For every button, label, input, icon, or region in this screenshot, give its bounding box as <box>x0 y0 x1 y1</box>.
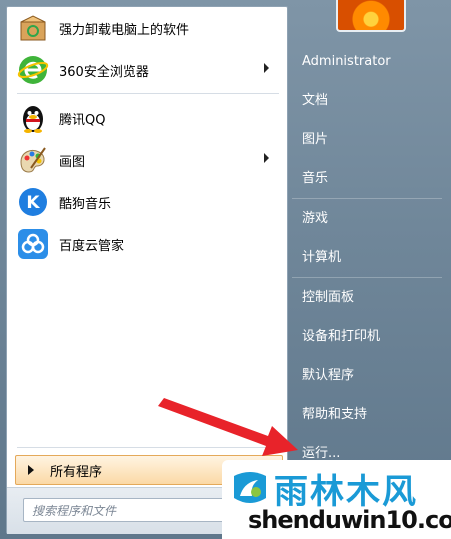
submenu-arrow-icon <box>264 153 269 163</box>
divider <box>292 277 442 278</box>
baidu-cloud-icon <box>17 228 49 260</box>
expand-arrow-icon <box>28 465 34 475</box>
all-programs-label: 所有程序 <box>50 464 103 480</box>
program-label: 腾讯QQ <box>59 112 106 128</box>
kugou-icon: K <box>17 186 49 218</box>
divider <box>17 93 279 94</box>
program-item-qq[interactable]: 腾讯QQ <box>11 99 281 137</box>
program-item-baidu-cloud[interactable]: 百度云管家 <box>11 225 281 263</box>
program-item-paint[interactable]: 画图 <box>11 141 281 179</box>
right-item-documents[interactable]: 文档 <box>302 91 442 111</box>
program-label: 画图 <box>59 154 86 170</box>
start-menu: 强力卸载电脑上的软件 360安全浏览器 腾讯QQ 画图 K 酷狗音乐 百度云管家… <box>0 0 451 539</box>
right-item-devices-printers[interactable]: 设备和打印机 <box>302 327 442 347</box>
right-item-computer[interactable]: 计算机 <box>302 248 442 268</box>
uninstall-box-icon <box>17 12 49 44</box>
program-label: 360安全浏览器 <box>59 64 149 80</box>
program-label: 酷狗音乐 <box>59 196 112 212</box>
watermark-logo-icon <box>234 472 266 503</box>
right-item-help-support[interactable]: 帮助和支持 <box>302 405 442 425</box>
program-item-kugou[interactable]: K 酷狗音乐 <box>11 183 281 221</box>
right-item-games[interactable]: 游戏 <box>302 209 442 229</box>
qq-penguin-icon <box>17 102 49 134</box>
divider <box>292 198 442 199</box>
svg-text:K: K <box>26 193 40 213</box>
right-item-music[interactable]: 音乐 <box>302 169 442 189</box>
submenu-arrow-icon <box>264 63 269 73</box>
user-avatar[interactable] <box>336 0 406 32</box>
right-item-control-panel[interactable]: 控制面板 <box>302 288 442 308</box>
program-list-panel: 强力卸载电脑上的软件 360安全浏览器 腾讯QQ 画图 K 酷狗音乐 百度云管家… <box>6 6 288 534</box>
right-item-username[interactable]: Administrator <box>302 52 442 72</box>
divider <box>17 447 279 448</box>
program-label: 强力卸载电脑上的软件 <box>59 22 190 38</box>
paint-palette-icon <box>17 144 49 176</box>
program-item-uninstall[interactable]: 强力卸载电脑上的软件 <box>11 9 281 47</box>
watermark-url: shenduwin10.com <box>248 506 451 534</box>
program-item-360-browser[interactable]: 360安全浏览器 <box>11 51 281 89</box>
watermark: 雨林木风 shenduwin10.com <box>222 460 451 539</box>
program-label: 百度云管家 <box>59 238 125 254</box>
right-item-default-programs[interactable]: 默认程序 <box>302 366 442 386</box>
360-browser-icon <box>17 54 49 86</box>
right-item-pictures[interactable]: 图片 <box>302 130 442 150</box>
